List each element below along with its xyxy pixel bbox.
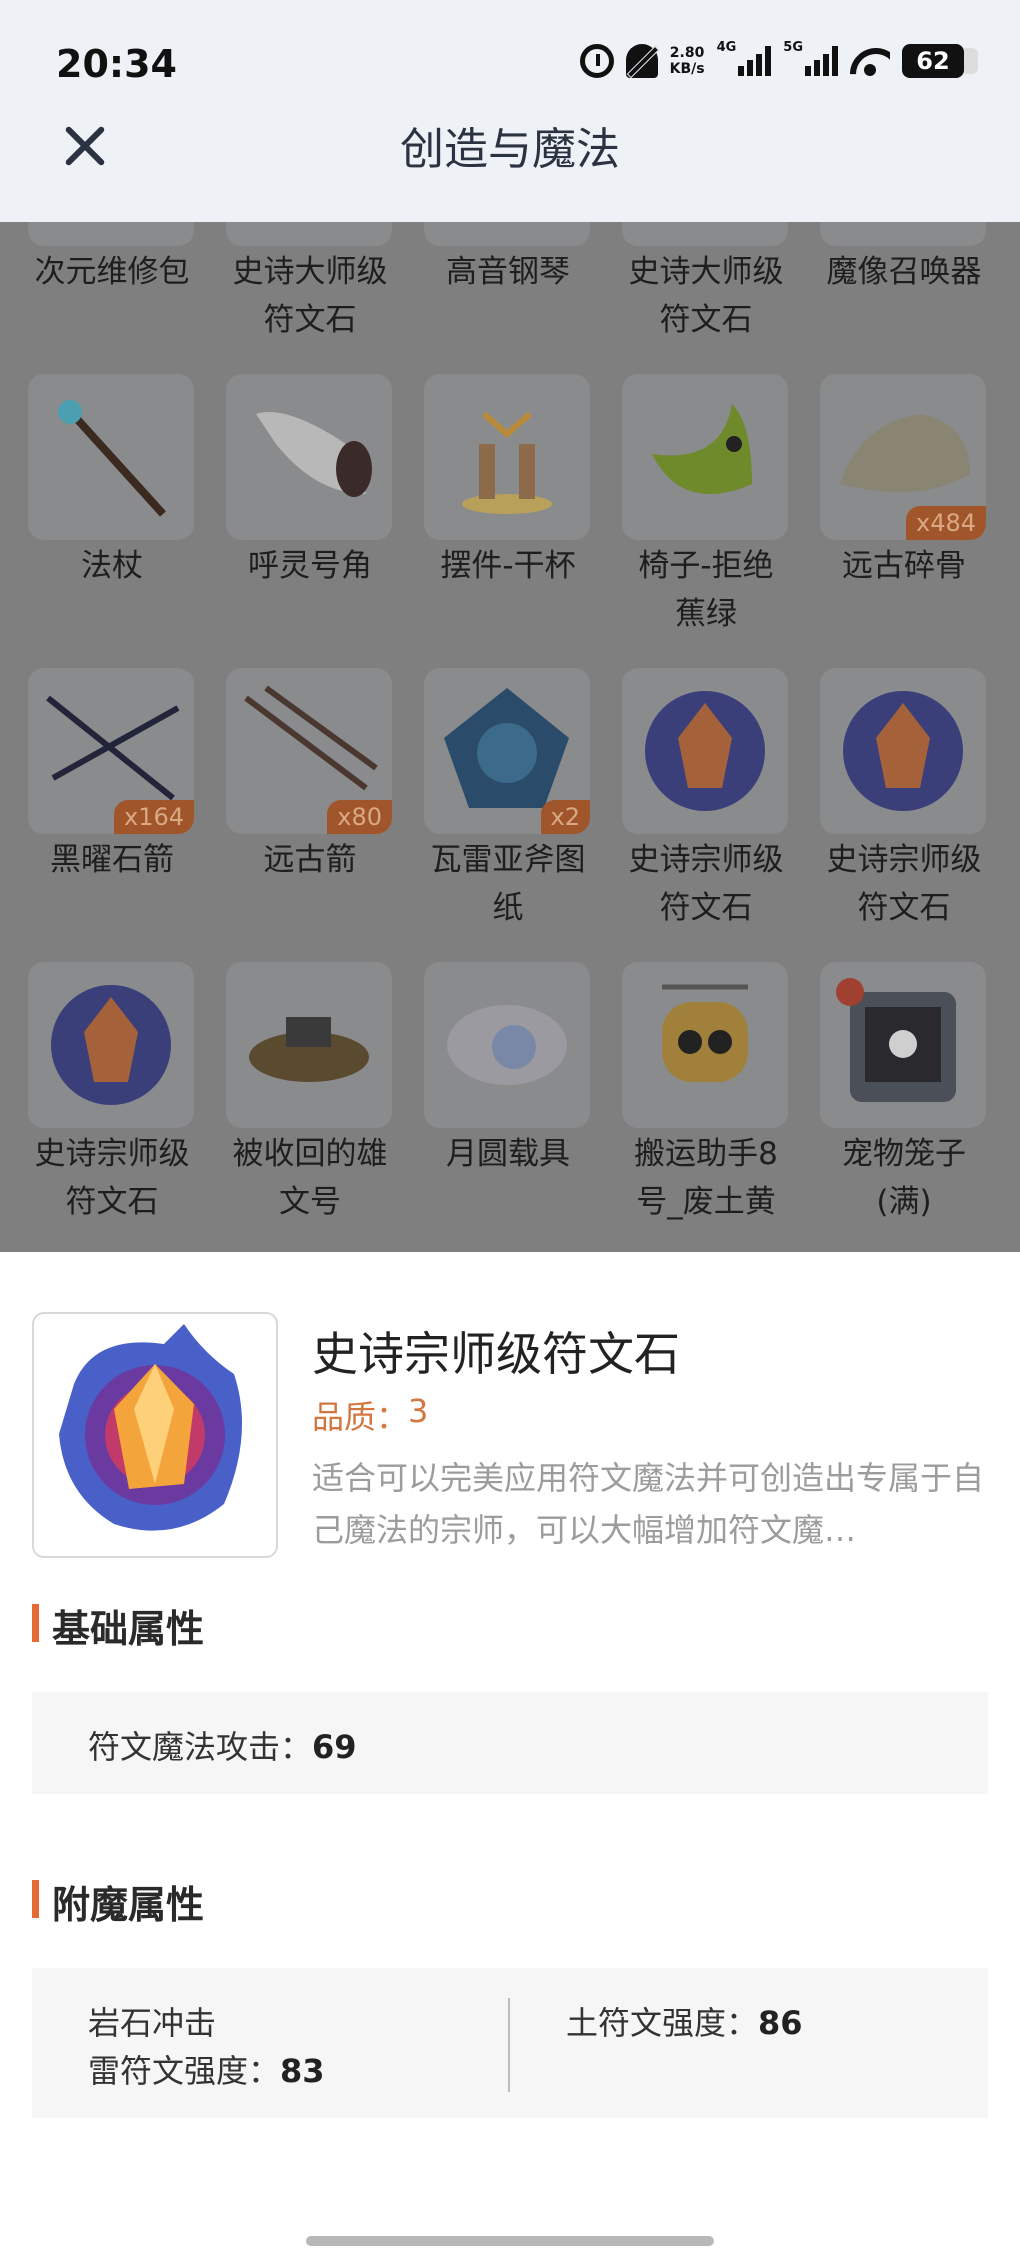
signal-label-1: 4G [716, 39, 737, 55]
item-quality: 品质： 3 [312, 1392, 428, 1438]
item-label: 瓦雷亚斧图 纸 [430, 842, 586, 926]
item-label: 月圆载具 [446, 1136, 570, 1172]
enchant-attr-line: 土符文强度：86 [566, 1998, 803, 2044]
item-label: 史诗宗师级 符文石 [34, 1136, 190, 1220]
page-title-text: 创造与魔法 [400, 124, 620, 175]
enchant-attr-line: 雷符文强度：83 [88, 2046, 325, 2092]
item-tile-runestone[interactable] [622, 668, 788, 834]
item-detail-icon [32, 1312, 278, 1558]
mute-bell-icon [625, 44, 658, 78]
alarm-icon [579, 44, 614, 78]
item-tile[interactable] [424, 222, 590, 246]
net-speed-unit: KB/s [669, 61, 705, 77]
item-label: 远古箭 [263, 842, 357, 878]
net-speed-value: 2.80 [669, 45, 705, 61]
item-tile-nest[interactable] [226, 962, 392, 1128]
item-tile[interactable] [28, 222, 194, 246]
staff-icon [58, 400, 166, 517]
robot-icon [662, 984, 748, 1082]
runestone-icon [645, 691, 765, 811]
item-tile-robot[interactable] [622, 962, 788, 1128]
home-indicator[interactable] [306, 2236, 714, 2246]
item-tile-horn[interactable] [226, 374, 392, 540]
enchant-attributes-title: 附魔属性 [32, 1874, 204, 1929]
attr-value: 86 [758, 2004, 803, 2042]
item-label: 史诗宗师级 符文石 [628, 842, 784, 926]
item-label: 摆件-干杯 [440, 548, 576, 584]
status-time: 20:34 [56, 42, 177, 86]
pet-cage-icon [836, 978, 956, 1102]
item-tile-moon-vehicle[interactable] [424, 962, 590, 1128]
basic-attributes-title: 基础属性 [32, 1598, 204, 1653]
attr-label: 土符文强度： [566, 2004, 759, 2042]
item-tile-axe-blueprint[interactable]: x2 [424, 668, 590, 834]
item-tile-runestone[interactable] [820, 668, 986, 834]
item-tile-runestone[interactable] [28, 962, 194, 1128]
signal-label-2: 5G [783, 39, 803, 55]
enchant-attr-line: 岩石冲击 [88, 2004, 217, 2042]
item-tile-obsidian-arrow[interactable]: x164 [28, 668, 194, 834]
quantity-badge: x2 [540, 800, 590, 834]
attr-value: 83 [280, 2052, 325, 2090]
item-tile[interactable] [622, 222, 788, 246]
runestone-icon [59, 1324, 242, 1531]
status-icons: 2.80 KB/s 4G 5G 62 [579, 40, 978, 78]
item-label: 次元维修包 [34, 254, 190, 290]
item-tile[interactable] [820, 222, 986, 246]
item-tile-ancient-arrow[interactable]: x80 [226, 668, 392, 834]
runestone-icon [51, 985, 171, 1105]
item-label: 黑曜石箭 [50, 842, 174, 878]
horn-icon [256, 412, 372, 497]
status-bar: 20:34 2.80 KB/s 4G 5G 62 [0, 0, 1020, 120]
item-label: 被收回的雄 文号 [232, 1136, 388, 1220]
moon-vehicle-icon [447, 1005, 567, 1085]
quality-label: 品质： [312, 1398, 409, 1436]
item-label: 宠物笼子 (满) [842, 1136, 966, 1220]
runestone-icon [843, 691, 963, 811]
quantity-badge: x80 [327, 800, 392, 834]
item-label: 史诗宗师级 符文石 [826, 842, 982, 926]
signal-bars-icon-2 [805, 46, 838, 76]
item-tile-cheers[interactable] [424, 374, 590, 540]
item-tile-staff[interactable] [28, 374, 194, 540]
item-tile-banana-chair[interactable] [622, 374, 788, 540]
attr-label: 符文魔法攻击： [88, 1728, 313, 1766]
quantity-badge: x164 [113, 800, 194, 834]
battery-icon: 62 [902, 44, 978, 78]
wifi-icon [850, 46, 890, 76]
nest-icon [249, 1017, 369, 1082]
item-tile-pet-cage[interactable] [820, 962, 986, 1128]
item-label: 史诗大师级 符文石 [232, 254, 388, 338]
attr-value: 69 [312, 1728, 357, 1766]
basic-attribute: 符文魔法攻击：69 [88, 1722, 357, 1768]
item-label: 高音钢琴 [446, 254, 570, 290]
item-label: 史诗大师级 符文石 [628, 254, 784, 338]
cheers-icon [462, 411, 552, 514]
item-label: 椅子-拒绝 蕉绿 [638, 548, 774, 632]
item-detail-name: 史诗宗师级符文石 [312, 1327, 680, 1381]
item-description: 适合可以完美应用符文魔法并可创造出专属于自己魔法的宗师，可以大幅增加符文魔… [312, 1459, 985, 1549]
item-grid: 次元维修包 史诗大师级 符文石 高音钢琴 史诗大师级 符文石 魔像召唤器 x48… [0, 222, 1020, 1252]
item-label: 呼灵号角 [248, 548, 372, 584]
item-label: 法杖 [81, 548, 143, 584]
page-title: 创造与魔法 [0, 120, 1020, 180]
banana-chair-icon [652, 404, 752, 494]
item-label: 搬运助手8 号_废土黄 [634, 1136, 778, 1220]
net-speed: 2.80 KB/s [670, 45, 705, 77]
item-tile-ancient-bone[interactable]: x484 [820, 374, 986, 540]
item-tile[interactable] [226, 222, 392, 246]
quantity-badge: x484 [905, 506, 986, 540]
attr-label: 雷符文强度： [88, 2052, 281, 2090]
quality-value: 3 [408, 1392, 429, 1430]
item-label: 魔像召唤器 [826, 254, 982, 290]
signal-bars-icon-1 [738, 46, 772, 76]
item-label: 远古碎骨 [842, 548, 966, 584]
attr-divider [508, 1998, 510, 2092]
